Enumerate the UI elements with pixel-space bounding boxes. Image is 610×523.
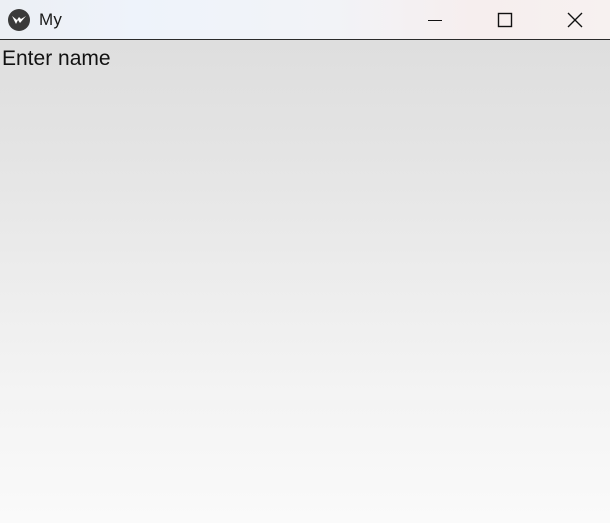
- close-icon: [566, 11, 584, 29]
- enter-name-label: Enter name: [2, 47, 111, 70]
- minimize-icon: [427, 12, 443, 28]
- kivy-logo-icon: [8, 8, 30, 31]
- maximize-button[interactable]: [470, 0, 540, 39]
- window-controls: [400, 0, 610, 39]
- maximize-icon: [497, 12, 513, 28]
- app-window: My Enter name: [0, 0, 610, 523]
- main-content: Enter name: [0, 40, 610, 523]
- minimize-button[interactable]: [400, 0, 470, 39]
- close-button[interactable]: [540, 0, 610, 39]
- window-title: My: [39, 10, 63, 29]
- title-bar[interactable]: My: [0, 0, 610, 40]
